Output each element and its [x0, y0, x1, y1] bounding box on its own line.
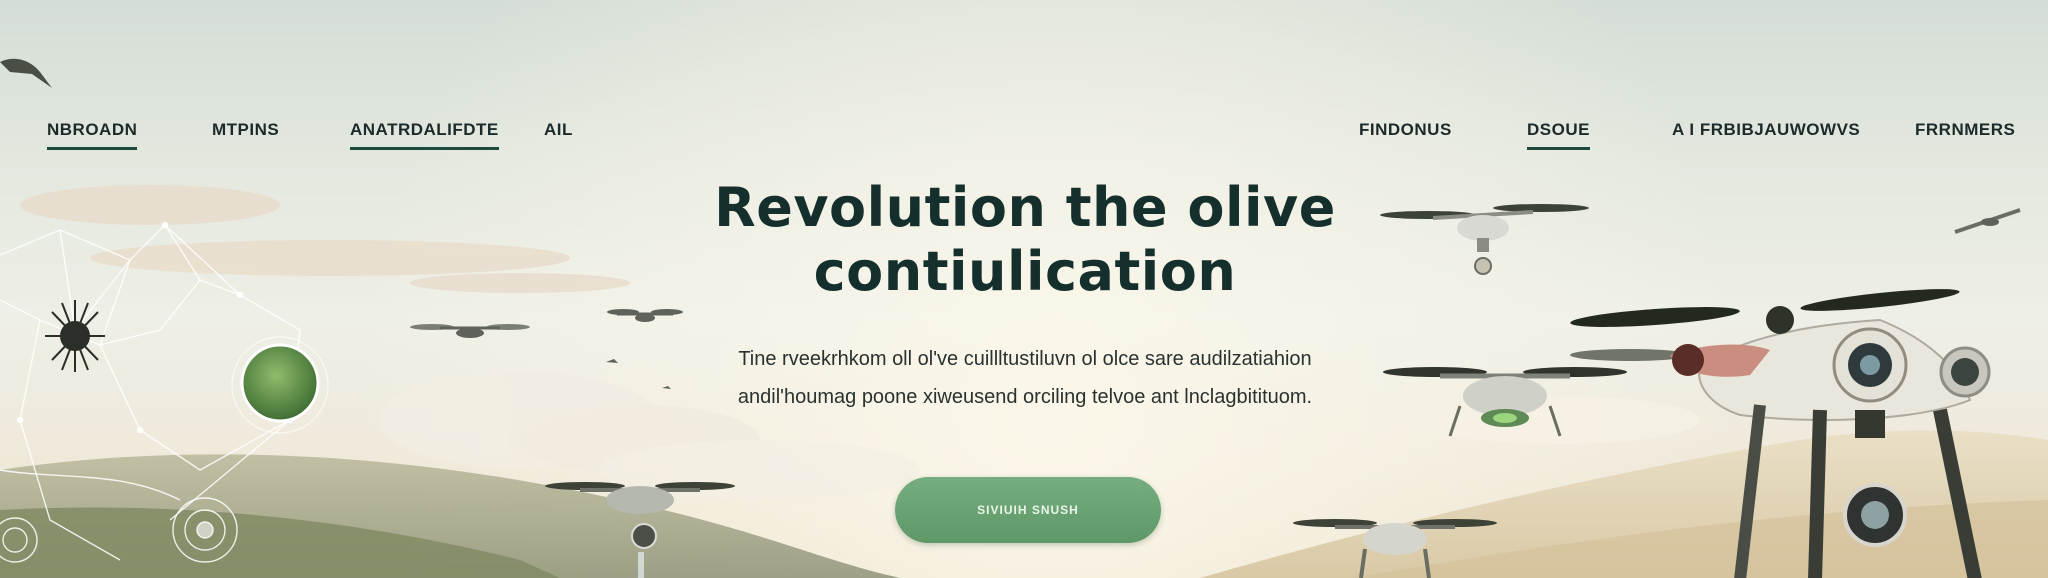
nav-link-4[interactable]: AIL	[544, 120, 573, 140]
hero-subtitle-line-2: andil'houmag poone xiweusend orciling te…	[737, 386, 1313, 408]
hero-subtitle: Tine rveekrhkom oll ol've cuillltustiluv…	[640, 340, 1410, 416]
nav-link-1[interactable]: NBROADN	[47, 120, 138, 150]
hero-title: Revolution the olive contiulication	[640, 176, 1410, 304]
nav-link-7[interactable]: A I FRBIBJAUWOWVS	[1672, 120, 1860, 140]
hero-subtitle-line-1: Tine rveekrhkom oll ol've cuillltustiluv…	[738, 348, 1312, 370]
nav-link-3[interactable]: ANATRDALIFDTE	[350, 120, 499, 150]
cta-button[interactable]: SIVIUIH SNUSH	[895, 477, 1161, 543]
olive-tree-bubble	[240, 343, 320, 423]
nav-link-8[interactable]: FRRNMERS	[1915, 120, 2015, 140]
hero-title-line-2: contiulication	[813, 240, 1237, 303]
hero-title-line-1: Revolution the olive	[714, 176, 1336, 239]
nav-link-2[interactable]: MTPINS	[212, 120, 279, 140]
nav-link-6[interactable]: DSOUE	[1527, 120, 1590, 150]
nav-link-5[interactable]: FINDONUS	[1359, 120, 1452, 140]
